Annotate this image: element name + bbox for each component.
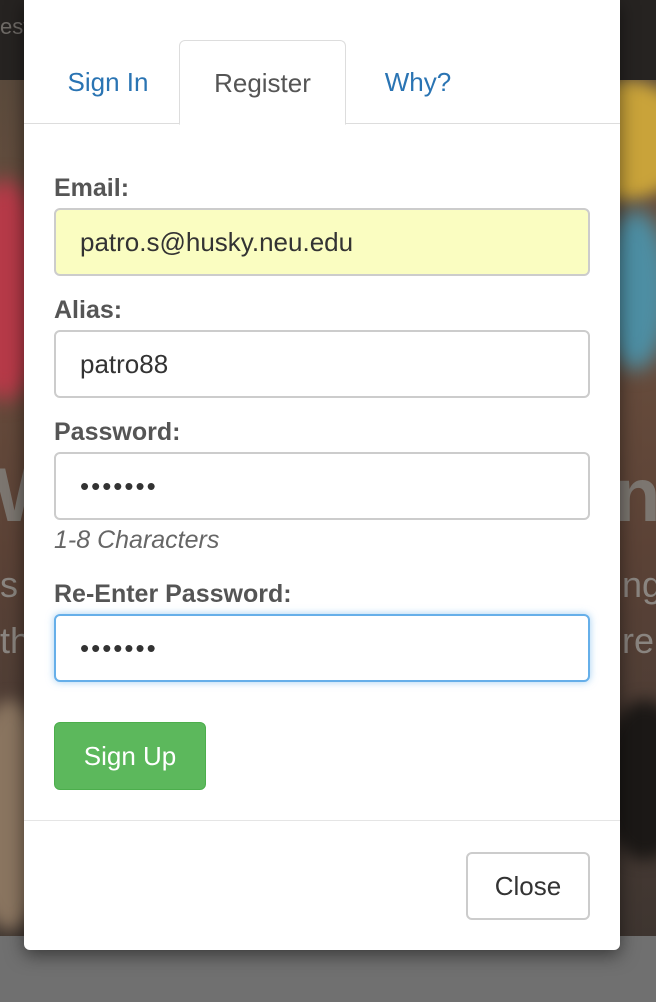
- tab-register[interactable]: Register: [179, 40, 346, 125]
- background-text-left: s: [0, 564, 18, 605]
- email-label: Email:: [54, 174, 130, 202]
- background-text-line: s ng: [0, 564, 656, 606]
- modal-footer-divider: [24, 820, 620, 821]
- tab-why[interactable]: Why?: [346, 40, 490, 124]
- background-heading-right: n.: [614, 453, 656, 538]
- sign-up-button[interactable]: Sign Up: [54, 722, 206, 790]
- auth-tabs: Sign In Register Why?: [24, 40, 620, 125]
- background-text-right: re: [622, 620, 655, 661]
- close-button[interactable]: Close: [466, 852, 590, 920]
- auth-modal: Sign In Register Why? Email: patro.s@hus…: [24, 0, 620, 950]
- background-text-right: ng: [622, 564, 656, 605]
- password-help-text: 1-8 Characters: [54, 526, 220, 554]
- alias-label: Alias:: [54, 296, 123, 324]
- password-label: Password:: [54, 418, 181, 446]
- reenter-password-field[interactable]: •••••••: [54, 614, 590, 682]
- alias-field[interactable]: patro88: [54, 330, 590, 398]
- reenter-password-label: Re-Enter Password:: [54, 580, 292, 608]
- tab-sign-in[interactable]: Sign In: [34, 40, 182, 124]
- email-field[interactable]: patro.s@husky.neu.edu: [54, 208, 590, 276]
- password-field[interactable]: •••••••: [54, 452, 590, 520]
